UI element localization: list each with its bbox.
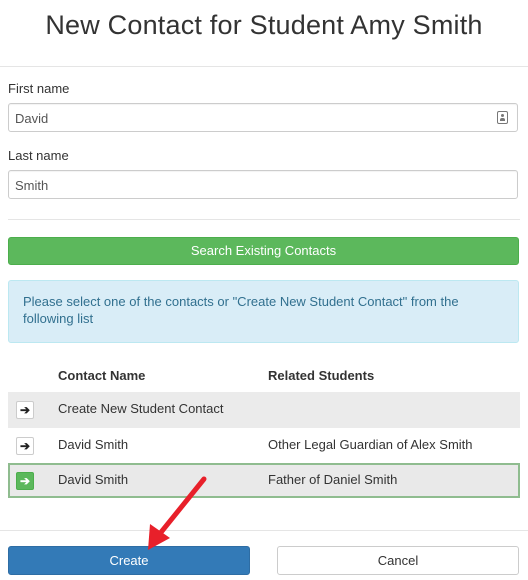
contact-name-cell: Create New Student Contact	[58, 401, 224, 416]
related-students-cell: Father of Daniel Smith	[268, 472, 398, 487]
last-name-value: Smith	[15, 178, 49, 193]
contact-name-cell: David Smith	[58, 472, 129, 487]
contact-card-icon[interactable]	[497, 111, 508, 124]
info-alert: Please select one of the contacts or "Cr…	[8, 280, 519, 343]
page-title: New Contact for Student Amy Smith	[45, 10, 483, 40]
table-row[interactable]: ➔ David Smith Other Legal Guardian of Al…	[8, 428, 520, 464]
arrow-right-icon[interactable]: ➔	[16, 437, 34, 455]
first-name-value: David	[15, 111, 49, 126]
create-button[interactable]: Create	[8, 546, 250, 575]
arrow-right-icon[interactable]: ➔	[16, 401, 34, 419]
table-row-create-new[interactable]: ➔ Create New Student Contact	[8, 392, 520, 428]
cancel-button[interactable]: Cancel	[277, 546, 519, 575]
contact-name-cell: David Smith	[58, 437, 129, 452]
column-header-contact-name: Contact Name	[58, 368, 146, 383]
column-header-related-students: Related Students	[268, 368, 375, 383]
last-name-input[interactable]: Smith	[8, 170, 518, 199]
last-name-label: Last name	[8, 148, 69, 163]
header-divider	[0, 66, 528, 67]
arrow-right-icon[interactable]: ➔	[16, 472, 34, 490]
table-row-selected[interactable]: ➔ David Smith Father of Daniel Smith	[8, 463, 520, 498]
footer-divider	[0, 530, 528, 531]
related-students-cell: Other Legal Guardian of Alex Smith	[268, 437, 473, 452]
search-existing-contacts-button[interactable]: Search Existing Contacts	[8, 237, 519, 265]
first-name-input[interactable]: David	[8, 103, 518, 132]
form-divider	[8, 219, 520, 220]
first-name-label: First name	[8, 81, 70, 96]
